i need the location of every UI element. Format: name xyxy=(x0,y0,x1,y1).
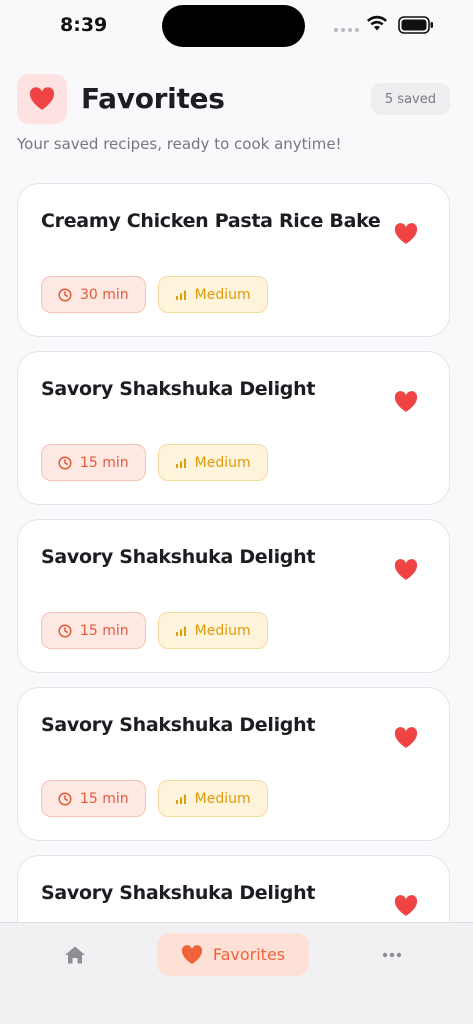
time-label: 30 min xyxy=(80,286,129,303)
difficulty-label: Medium xyxy=(194,286,251,303)
favorite-button[interactable] xyxy=(393,558,419,582)
time-label: 15 min xyxy=(80,622,129,639)
difficulty-label: Medium xyxy=(194,454,251,471)
tab-favorites[interactable]: Favorites xyxy=(157,933,309,976)
more-icon xyxy=(382,952,402,958)
time-label: 15 min xyxy=(80,790,129,807)
header-heart-icon xyxy=(17,74,67,124)
bars-icon xyxy=(175,458,186,468)
favorites-list: Creamy Chicken Pasta Rice Bake 30 min Me… xyxy=(17,183,450,1023)
clock-icon xyxy=(58,287,72,302)
home-icon xyxy=(65,946,85,964)
difficulty-chip: Medium xyxy=(157,444,268,481)
recipe-card[interactable]: Savory Shakshuka Delight 15 min Medium xyxy=(17,687,450,841)
recipe-card[interactable]: Savory Shakshuka Delight 15 min Medium xyxy=(17,351,450,505)
recipe-title: Savory Shakshuka Delight xyxy=(41,714,316,736)
heart-icon xyxy=(394,727,418,748)
page-header: Favorites 5 saved xyxy=(17,74,450,124)
status-time: 8:39 xyxy=(60,14,108,36)
bars-icon xyxy=(175,794,186,804)
saved-count-badge: 5 saved xyxy=(370,83,450,115)
recipe-card[interactable]: Creamy Chicken Pasta Rice Bake 30 min Me… xyxy=(17,183,450,337)
heart-icon xyxy=(394,559,418,580)
heart-icon xyxy=(394,895,418,916)
recipe-title: Savory Shakshuka Delight xyxy=(41,882,316,904)
difficulty-chip: Medium xyxy=(157,276,268,313)
signal-icon xyxy=(334,28,359,32)
tab-home[interactable] xyxy=(62,943,88,967)
time-label: 15 min xyxy=(80,454,129,471)
page-subtitle: Your saved recipes, ready to cook anytim… xyxy=(17,135,342,153)
recipe-card[interactable]: Savory Shakshuka Delight 15 min Medium xyxy=(17,519,450,673)
clock-icon xyxy=(58,623,72,638)
difficulty-label: Medium xyxy=(194,790,251,807)
tab-favorites-label: Favorites xyxy=(212,945,286,964)
tab-bar: Favorites xyxy=(0,922,473,1024)
time-chip: 15 min xyxy=(41,444,146,481)
favorite-button[interactable] xyxy=(393,726,419,750)
bars-icon xyxy=(175,626,186,636)
recipe-title: Savory Shakshuka Delight xyxy=(41,546,316,568)
page-title: Favorites xyxy=(81,82,225,115)
status-bar: 8:39 xyxy=(0,0,473,52)
difficulty-label: Medium xyxy=(194,622,251,639)
battery-icon xyxy=(398,16,433,34)
time-chip: 15 min xyxy=(41,780,146,817)
favorite-button[interactable] xyxy=(393,390,419,414)
clock-icon xyxy=(58,455,72,470)
recipe-title: Savory Shakshuka Delight xyxy=(41,378,316,400)
tab-more[interactable] xyxy=(380,943,404,967)
heart-icon xyxy=(394,391,418,412)
recipe-title: Creamy Chicken Pasta Rice Bake xyxy=(41,210,381,232)
difficulty-chip: Medium xyxy=(157,780,268,817)
favorite-button[interactable] xyxy=(393,222,419,246)
heart-icon xyxy=(181,944,202,964)
wifi-icon xyxy=(367,15,387,31)
dynamic-island xyxy=(162,5,305,47)
clock-icon xyxy=(58,791,72,806)
bars-icon xyxy=(175,290,186,300)
heart-icon xyxy=(394,223,418,244)
favorite-button[interactable] xyxy=(393,894,419,918)
time-chip: 15 min xyxy=(41,612,146,649)
time-chip: 30 min xyxy=(41,276,146,313)
difficulty-chip: Medium xyxy=(157,612,268,649)
